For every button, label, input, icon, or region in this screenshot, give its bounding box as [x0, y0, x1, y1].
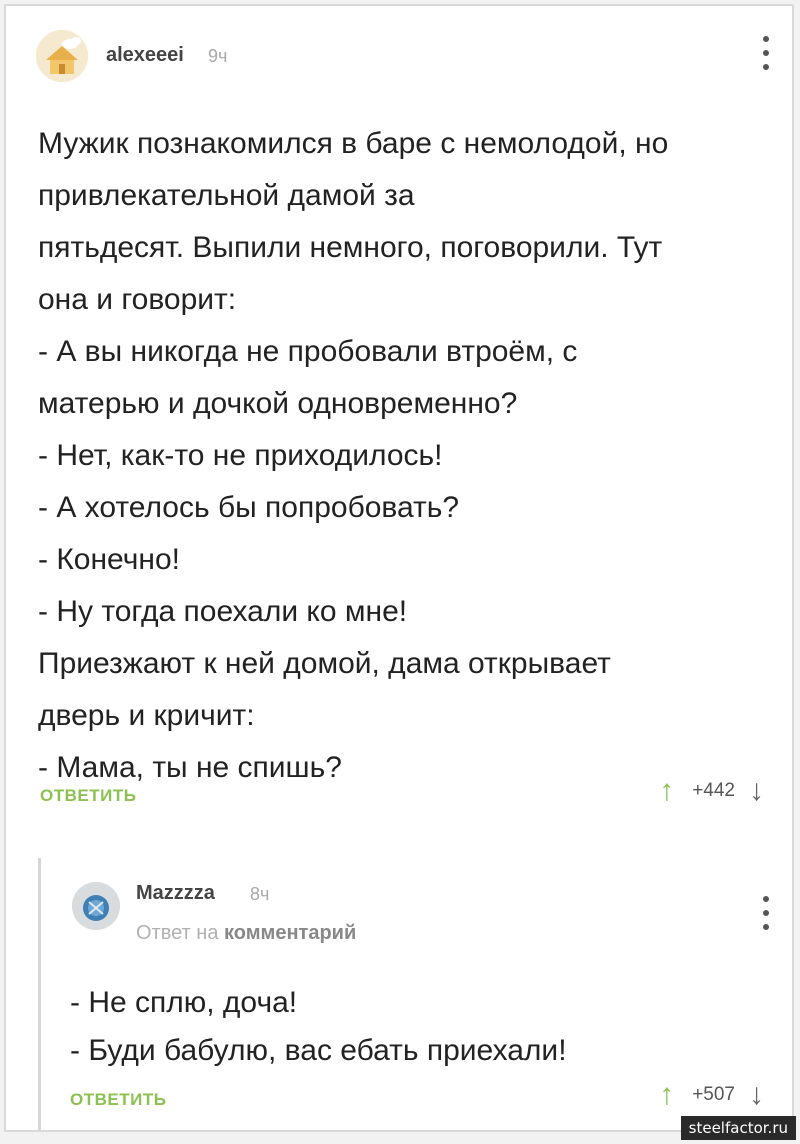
text-line: - Конечно! [38, 543, 180, 576]
rating: +507 [692, 1084, 735, 1105]
timestamp: 8ч [250, 884, 270, 904]
avatar[interactable] [72, 882, 120, 930]
arrow-up-icon[interactable]: ↑ [659, 776, 674, 806]
bottle-cap-avatar-icon [72, 882, 120, 930]
text-line: привлекательной дамой за [38, 179, 415, 212]
reply-comment: Mazzzza 8ч Ответ на комментарий - Не спл… [6, 854, 792, 1134]
reply-to-link[interactable]: Ответ на комментарий [136, 922, 356, 945]
text-line: Приезжают к ней домой, дама открывает [38, 647, 611, 680]
text-line: - Ну тогда поехали ко мне! [38, 595, 408, 628]
house-avatar-icon [36, 30, 88, 82]
text-line: пятьдесят. Выпили немного, поговорили. Т… [38, 231, 663, 264]
comment-text: Мужик познакомился в баре с немолодой, н… [38, 118, 762, 794]
rating: +442 [692, 780, 735, 801]
watermark: steelfactor.ru [680, 1116, 796, 1140]
arrow-up-icon[interactable]: ↑ [659, 1080, 674, 1110]
comments-card: alexeeei 9ч Мужик познакомился в баре с … [4, 4, 794, 1132]
avatar[interactable] [36, 30, 88, 82]
vote-controls: ↑ +507 ↓ [659, 1080, 764, 1110]
kebab-menu-icon[interactable] [758, 36, 774, 70]
arrow-down-icon[interactable]: ↓ [749, 1080, 764, 1110]
kebab-menu-icon[interactable] [758, 896, 774, 930]
text-line: - Мама, ты не спишь? [38, 751, 342, 784]
timestamp: 9ч [208, 46, 228, 66]
username[interactable]: alexeeei [106, 44, 184, 67]
text-line: дверь и кричит: [38, 699, 255, 732]
vote-controls: ↑ +442 ↓ [659, 776, 764, 806]
arrow-down-icon[interactable]: ↓ [749, 776, 764, 806]
text-line: - А хотелось бы попробовать? [38, 491, 460, 524]
reply-to-prefix: Ответ на [136, 922, 219, 944]
text-line: - А вы никогда не пробовали втроём, с [38, 335, 578, 368]
reply-to-target[interactable]: комментарий [224, 922, 356, 944]
text-line: матерью и дочкой одновременно? [38, 387, 518, 420]
comment: alexeeei 9ч Мужик познакомился в баре с … [6, 6, 792, 836]
text-line: она и говорит: [38, 283, 237, 316]
comment-text: - Не сплю, доча! - Буди бабулю, вас ебат… [70, 979, 762, 1075]
text-line: - Буди бабулю, вас ебать приехали! [70, 1034, 567, 1067]
username[interactable]: Mazzzza [136, 882, 215, 905]
reply-button[interactable]: ОТВЕТИТЬ [40, 786, 136, 806]
text-line: - Не сплю, доча! [70, 986, 298, 1019]
reply-button[interactable]: ОТВЕТИТЬ [70, 1090, 166, 1110]
text-line: - Нет, как-то не приходилось! [38, 439, 443, 472]
text-line: Мужик познакомился в баре с немолодой, н… [38, 127, 669, 160]
